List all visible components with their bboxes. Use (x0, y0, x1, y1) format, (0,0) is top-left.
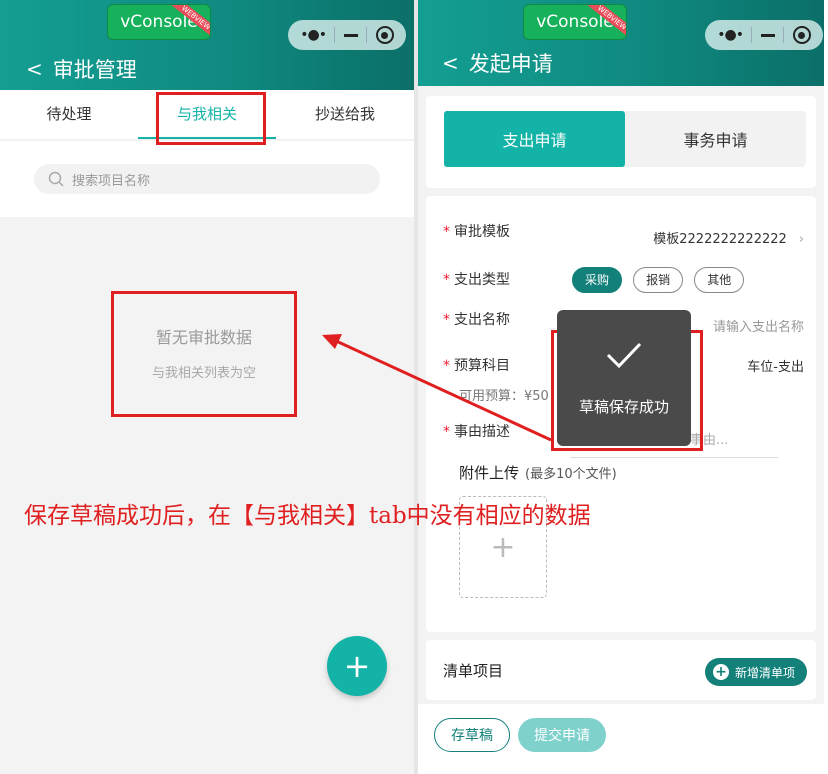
annotation-arrow (322, 334, 552, 442)
